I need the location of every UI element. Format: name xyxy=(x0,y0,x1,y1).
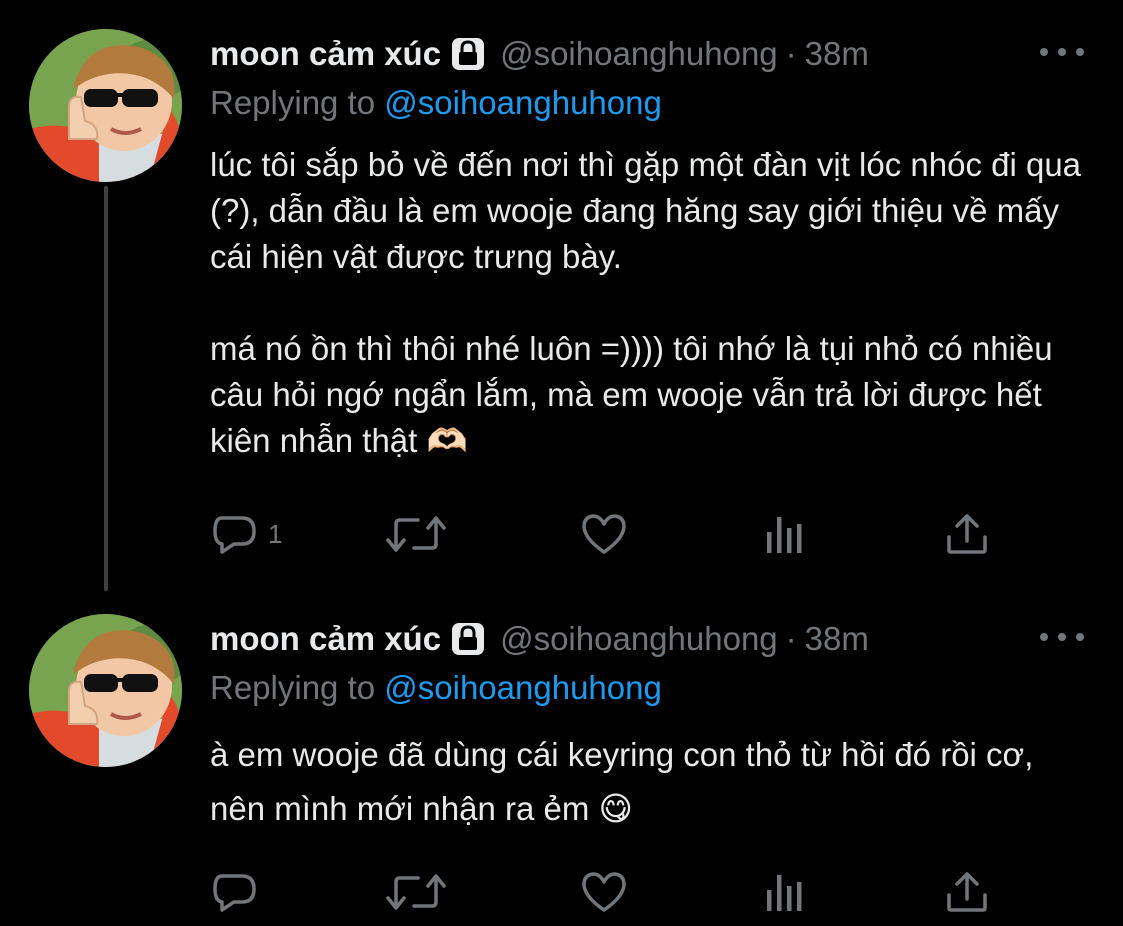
tweet-text: lúc tôi sắp bỏ về đến nơi thì gặp một đà… xyxy=(210,142,1090,464)
timestamp[interactable]: 38m xyxy=(805,35,869,73)
avatar[interactable] xyxy=(29,29,182,182)
replying-to: Replying to @soihoanghuhong xyxy=(210,84,662,122)
share-icon xyxy=(945,871,989,913)
reply-button[interactable] xyxy=(212,872,268,912)
separator: · xyxy=(785,620,797,657)
share-icon xyxy=(945,513,989,555)
lock-icon xyxy=(450,36,486,72)
tweet-actions xyxy=(212,872,1002,912)
lock-icon xyxy=(450,621,486,657)
analytics-icon xyxy=(764,514,804,554)
tweet-actions: 1 xyxy=(212,514,1002,554)
replying-to-mention[interactable]: @soihoanghuhong xyxy=(384,84,662,121)
tweet-paragraph: à em wooje đã dùng cái keyring con thỏ t… xyxy=(210,736,1034,827)
separator: · xyxy=(785,35,797,72)
reply-count: 1 xyxy=(268,518,283,549)
avatar[interactable] xyxy=(29,614,182,767)
like-button[interactable] xyxy=(580,514,628,554)
tweet-paragraph: lúc tôi sắp bỏ về đến nơi thì gặp một đà… xyxy=(210,146,1082,275)
retweet-icon xyxy=(384,514,448,554)
retweet-button[interactable] xyxy=(384,514,448,554)
like-icon xyxy=(580,513,628,555)
more-options-icon[interactable] xyxy=(1040,40,1084,64)
reply-icon xyxy=(212,872,258,912)
like-button[interactable] xyxy=(580,872,628,912)
tweet-1[interactable]: moon cảm xúc @soihoanghuhong · 38m Reply… xyxy=(0,0,1123,600)
replying-to: Replying to @soihoanghuhong xyxy=(210,669,662,707)
retweet-button[interactable] xyxy=(384,872,448,912)
display-name[interactable]: moon cảm xúc xyxy=(210,620,441,658)
timestamp[interactable]: 38m xyxy=(805,620,869,658)
tweet-header: moon cảm xúc @soihoanghuhong · 38m xyxy=(210,617,869,661)
tweet-header: moon cảm xúc @soihoanghuhong · 38m xyxy=(210,32,869,76)
like-icon xyxy=(580,871,628,913)
display-name[interactable]: moon cảm xúc xyxy=(210,35,441,73)
analytics-button[interactable] xyxy=(764,514,804,554)
avatar-image xyxy=(29,29,182,182)
reply-icon xyxy=(212,514,258,554)
user-handle[interactable]: @soihoanghuhong xyxy=(500,620,778,658)
analytics-icon xyxy=(764,872,804,912)
share-button[interactable] xyxy=(945,872,989,912)
reply-button[interactable]: 1 xyxy=(212,514,282,554)
tweet-2[interactable]: moon cảm xúc @soihoanghuhong · 38m Reply… xyxy=(0,600,1123,926)
thread-line xyxy=(104,186,108,591)
tweet-text: à em wooje đã dùng cái keyring con thỏ t… xyxy=(210,728,1080,836)
retweet-icon xyxy=(384,872,448,912)
tweet-paragraph: má nó ồn thì thôi nhé luôn =)))) tôi nhớ… xyxy=(210,330,1053,459)
more-options-icon[interactable] xyxy=(1040,625,1084,649)
share-button[interactable] xyxy=(945,514,989,554)
avatar-image xyxy=(29,614,182,767)
analytics-button[interactable] xyxy=(764,872,804,912)
replying-to-label: Replying to xyxy=(210,669,385,706)
replying-to-mention[interactable]: @soihoanghuhong xyxy=(384,669,662,706)
replying-to-label: Replying to xyxy=(210,84,385,121)
user-handle[interactable]: @soihoanghuhong xyxy=(500,35,778,73)
